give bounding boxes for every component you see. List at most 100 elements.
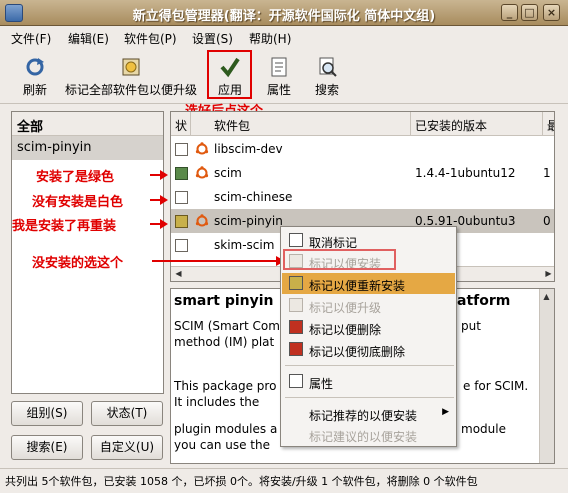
description-title-tail: atform bbox=[457, 293, 511, 309]
installed-version: 1.4.4-1ubuntu12 bbox=[415, 166, 516, 180]
menu-package[interactable]: 软件包(P) bbox=[124, 30, 177, 47]
menu-item-unmark[interactable]: 取消标记 bbox=[282, 230, 455, 251]
search-label: 搜索 bbox=[314, 83, 339, 97]
maximize-button[interactable]: □ bbox=[521, 4, 538, 21]
table-row[interactable]: scim-chinese bbox=[171, 185, 554, 209]
column-package[interactable]: 软件包 bbox=[191, 112, 411, 136]
reload-button[interactable]: 刷新 bbox=[16, 52, 54, 100]
description-title: smart pinyin bbox=[174, 293, 274, 309]
table-row[interactable]: scim 1.4.4-1ubuntu12 1 bbox=[171, 161, 554, 185]
ubuntu-icon bbox=[195, 214, 209, 227]
latest-version: 0 bbox=[543, 214, 551, 228]
reinstall-icon bbox=[289, 276, 303, 290]
menu-item-mark-remove[interactable]: 标记以便删除 bbox=[282, 317, 455, 338]
menu-item-label: 标记以便彻底删除 bbox=[309, 345, 406, 359]
menu-item-label: 标记建议的以便安装 bbox=[309, 430, 418, 444]
ubuntu-icon bbox=[195, 166, 209, 179]
properties-button[interactable]: 属性 bbox=[264, 52, 294, 100]
window-title: 新立得包管理器(翻译：开源软件国际化 简体中文组) bbox=[132, 9, 436, 24]
package-name: scim-pinyin bbox=[214, 214, 283, 228]
title-bar: 新立得包管理器(翻译：开源软件国际化 简体中文组) _ □ × bbox=[0, 0, 568, 26]
description-line: SCIM (Smart Com bbox=[174, 319, 280, 333]
status-checkbox[interactable] bbox=[175, 167, 188, 180]
description-line: This package pro bbox=[174, 379, 277, 393]
menu-separator bbox=[285, 365, 454, 366]
annotation-select-hint: 没安装的选这个 bbox=[32, 256, 124, 271]
search-button[interactable]: 搜索 bbox=[312, 52, 342, 100]
menu-item-mark-purge[interactable]: 标记以便彻底删除 bbox=[282, 339, 455, 360]
apply-highlight-box bbox=[207, 50, 252, 99]
arrow-head-icon bbox=[160, 195, 168, 205]
search-icon bbox=[319, 57, 337, 77]
annotation-reinstall-hint: 我是安装了再重装 bbox=[12, 219, 117, 234]
filter-item-scim-pinyin[interactable]: scim-pinyin bbox=[12, 136, 163, 160]
description-fragment: e for SCIM. bbox=[463, 379, 529, 393]
menu-edit[interactable]: 编辑(E) bbox=[68, 30, 109, 47]
column-status[interactable]: 状 bbox=[171, 112, 191, 136]
menu-item-mark-reinstall[interactable]: 标记以便重新安装 bbox=[282, 273, 455, 294]
latest-version: 1 bbox=[543, 166, 551, 180]
description-fragment: put bbox=[461, 319, 481, 333]
scroll-left-icon[interactable]: ◀ bbox=[172, 267, 185, 280]
toolbar: 刷新 标记全部软件包以便升级 应用 属性 搜索 bbox=[0, 48, 568, 104]
ubuntu-icon bbox=[195, 142, 209, 155]
mark-upgrade-icon bbox=[122, 58, 140, 76]
menu-bar: 文件(F) 编辑(E) 软件包(P) 设置(S) 帮助(H) bbox=[0, 26, 568, 48]
column-latest-version[interactable]: 最 bbox=[543, 112, 554, 136]
reload-icon bbox=[26, 58, 44, 76]
arrow-head-icon bbox=[160, 219, 168, 229]
package-name: skim-scim bbox=[214, 238, 275, 252]
menu-separator bbox=[285, 397, 454, 398]
sections-button[interactable]: 组别(S) bbox=[11, 401, 83, 426]
upgrade-icon bbox=[289, 298, 303, 312]
minimize-button[interactable]: _ bbox=[501, 4, 518, 21]
column-installed-version[interactable]: 已安装的版本 bbox=[411, 112, 543, 136]
menu-item-label: 属性 bbox=[309, 377, 334, 391]
status-checkbox[interactable] bbox=[175, 191, 188, 204]
vertical-scrollbar[interactable]: ▲ bbox=[539, 289, 554, 463]
status-checkbox[interactable] bbox=[175, 239, 188, 252]
menu-item-label: 标记推荐的以便安装 bbox=[309, 409, 418, 423]
scroll-right-icon[interactable]: ▶ bbox=[542, 267, 554, 280]
description-line: It includes the bbox=[174, 395, 260, 409]
close-button[interactable]: × bbox=[543, 4, 560, 21]
properties-icon bbox=[271, 57, 287, 77]
menu-item-mark-recommended[interactable]: 标记推荐的以便安装 ▶ bbox=[282, 403, 455, 424]
scroll-up-icon[interactable]: ▲ bbox=[540, 290, 553, 303]
package-name: scim-chinese bbox=[214, 190, 293, 204]
menu-item-label: 标记以便删除 bbox=[309, 323, 382, 337]
menu-help[interactable]: 帮助(H) bbox=[249, 30, 291, 47]
menu-settings[interactable]: 设置(S) bbox=[192, 30, 233, 47]
table-row[interactable]: libscim-dev bbox=[171, 137, 554, 161]
description-line: plugin modules a bbox=[174, 422, 278, 436]
menu-item-label: 标记以便重新安装 bbox=[309, 279, 406, 293]
submenu-arrow-icon: ▶ bbox=[442, 407, 449, 417]
install-highlight-box bbox=[283, 249, 396, 270]
purge-icon bbox=[289, 342, 303, 356]
unmark-icon bbox=[289, 233, 303, 247]
description-fragment: module bbox=[461, 422, 506, 436]
arrow-head-icon bbox=[160, 170, 168, 180]
search-results-button[interactable]: 搜索(E) bbox=[11, 435, 83, 460]
annotation-white-hint: 没有安装是白色 bbox=[32, 195, 124, 210]
custom-filters-button[interactable]: 自定义(U) bbox=[91, 435, 163, 460]
mark-all-upgrades-button[interactable]: 标记全部软件包以便升级 bbox=[58, 52, 204, 100]
annotation-green-hint: 安装了是绿色 bbox=[36, 170, 115, 185]
menu-item-label: 标记以便升级 bbox=[309, 301, 382, 315]
description-line: method (IM) plat bbox=[174, 335, 275, 349]
status-button[interactable]: 状态(T) bbox=[91, 401, 163, 426]
menu-item-properties[interactable]: 属性 bbox=[282, 371, 455, 392]
menu-item-mark-suggested[interactable]: 标记建议的以便安装 bbox=[282, 424, 455, 445]
description-line: you can use the bbox=[174, 438, 270, 452]
properties-icon bbox=[289, 374, 303, 388]
status-checkbox[interactable] bbox=[175, 143, 188, 156]
package-name: scim bbox=[214, 166, 242, 180]
menu-item-mark-upgrade[interactable]: 标记以便升级 bbox=[282, 295, 455, 316]
status-checkbox[interactable] bbox=[175, 215, 188, 228]
filter-header[interactable]: 全部 bbox=[12, 112, 163, 136]
package-name: libscim-dev bbox=[214, 142, 283, 156]
mark-all-label: 标记全部软件包以便升级 bbox=[64, 83, 197, 97]
menu-file[interactable]: 文件(F) bbox=[11, 30, 51, 47]
properties-label: 属性 bbox=[266, 83, 291, 97]
arrow-line bbox=[152, 260, 280, 262]
